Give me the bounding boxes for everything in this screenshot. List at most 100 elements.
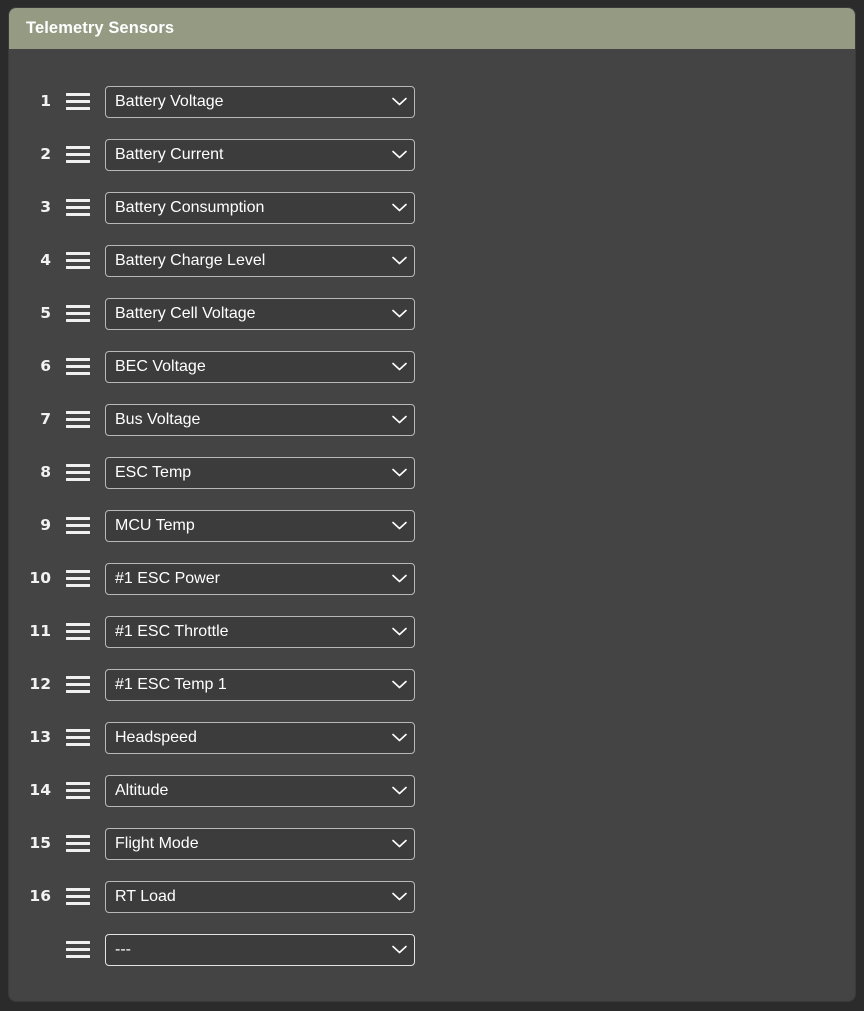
chevron-down-icon bbox=[384, 458, 414, 488]
sensor-row: 10 #1 ESC Power bbox=[9, 552, 855, 605]
sensor-row: 9 MCU Temp bbox=[9, 499, 855, 552]
sensor-select-label: ESC Temp bbox=[106, 465, 384, 481]
drag-handle-icon[interactable] bbox=[61, 670, 95, 700]
sensor-select-label: Battery Charge Level bbox=[106, 253, 384, 269]
sensor-row: 5 Battery Cell Voltage bbox=[9, 287, 855, 340]
sensor-select[interactable]: Battery Charge Level bbox=[105, 245, 415, 277]
sensor-list: 1 Battery Voltage 2 Battery Current 3 Battery… bbox=[9, 49, 855, 976]
drag-handle-icon[interactable] bbox=[61, 140, 95, 170]
sensor-row: 2 Battery Current bbox=[9, 128, 855, 181]
sensor-select-label: Bus Voltage bbox=[106, 412, 384, 428]
sensor-select-label: #1 ESC Temp 1 bbox=[106, 677, 384, 693]
sensor-select-label: Headspeed bbox=[106, 730, 384, 746]
sensor-select[interactable]: ESC Temp bbox=[105, 457, 415, 489]
sensor-row-index: 3 bbox=[9, 200, 61, 216]
sensor-row: 3 Battery Consumption bbox=[9, 181, 855, 234]
sensor-select-label: Flight Mode bbox=[106, 836, 384, 852]
chevron-down-icon bbox=[384, 935, 414, 965]
sensor-select[interactable]: #1 ESC Throttle bbox=[105, 616, 415, 648]
drag-handle-icon[interactable] bbox=[61, 511, 95, 541]
chevron-down-icon bbox=[384, 511, 414, 541]
sensor-row-index: 8 bbox=[9, 465, 61, 481]
sensor-row-index: 15 bbox=[9, 836, 61, 852]
sensor-select-label: Battery Voltage bbox=[106, 94, 384, 110]
sensor-select[interactable]: Headspeed bbox=[105, 722, 415, 754]
sensor-row: 6 BEC Voltage bbox=[9, 340, 855, 393]
chevron-down-icon bbox=[384, 193, 414, 223]
sensor-row-index: 13 bbox=[9, 730, 61, 746]
sensor-select[interactable]: Battery Current bbox=[105, 139, 415, 171]
drag-handle-icon[interactable] bbox=[61, 405, 95, 435]
sensor-select[interactable]: #1 ESC Power bbox=[105, 563, 415, 595]
drag-handle-icon[interactable] bbox=[61, 617, 95, 647]
drag-handle-icon[interactable] bbox=[61, 352, 95, 382]
sensor-row: 11 #1 ESC Throttle bbox=[9, 605, 855, 658]
chevron-down-icon bbox=[384, 405, 414, 435]
sensor-select-label: --- bbox=[106, 942, 384, 958]
sensor-row-index: 10 bbox=[9, 571, 61, 587]
sensor-select-label: #1 ESC Throttle bbox=[106, 624, 384, 640]
sensor-row-index: 7 bbox=[9, 412, 61, 428]
drag-handle-icon[interactable] bbox=[61, 776, 95, 806]
chevron-down-icon bbox=[384, 352, 414, 382]
drag-handle-icon[interactable] bbox=[61, 935, 95, 965]
sensor-row-index: 5 bbox=[9, 306, 61, 322]
sensor-row: 15 Flight Mode bbox=[9, 817, 855, 870]
chevron-down-icon bbox=[384, 140, 414, 170]
sensor-row-index: 12 bbox=[9, 677, 61, 693]
sensor-select[interactable]: Battery Voltage bbox=[105, 86, 415, 118]
sensor-row: 16 RT Load bbox=[9, 870, 855, 923]
sensor-select[interactable]: Flight Mode bbox=[105, 828, 415, 860]
chevron-down-icon bbox=[384, 87, 414, 117]
sensor-row-index: 4 bbox=[9, 253, 61, 269]
sensor-select[interactable]: RT Load bbox=[105, 881, 415, 913]
panel-header: Telemetry Sensors bbox=[9, 8, 855, 49]
sensor-row-index: 14 bbox=[9, 783, 61, 799]
sensor-row: 12 #1 ESC Temp 1 bbox=[9, 658, 855, 711]
chevron-down-icon bbox=[384, 617, 414, 647]
sensor-row-index: 16 bbox=[9, 889, 61, 905]
chevron-down-icon bbox=[384, 670, 414, 700]
sensor-row: 13 Headspeed bbox=[9, 711, 855, 764]
drag-handle-icon[interactable] bbox=[61, 829, 95, 859]
drag-handle-icon[interactable] bbox=[61, 193, 95, 223]
sensor-row: 4 Battery Charge Level bbox=[9, 234, 855, 287]
sensor-row-index: 9 bbox=[9, 518, 61, 534]
chevron-down-icon bbox=[384, 299, 414, 329]
chevron-down-icon bbox=[384, 246, 414, 276]
sensor-row-index: 11 bbox=[9, 624, 61, 640]
page-title: Telemetry Sensors bbox=[26, 20, 174, 37]
sensor-row-index: 6 bbox=[9, 359, 61, 375]
drag-handle-icon[interactable] bbox=[61, 299, 95, 329]
drag-handle-icon[interactable] bbox=[61, 723, 95, 753]
drag-handle-icon[interactable] bbox=[61, 882, 95, 912]
sensor-select-label: #1 ESC Power bbox=[106, 571, 384, 587]
sensor-select-label: Battery Current bbox=[106, 147, 384, 163]
sensor-select[interactable]: --- bbox=[105, 934, 415, 966]
drag-handle-icon[interactable] bbox=[61, 87, 95, 117]
sensor-select-label: Altitude bbox=[106, 783, 384, 799]
sensor-select[interactable]: Battery Cell Voltage bbox=[105, 298, 415, 330]
sensor-row: 14 Altitude bbox=[9, 764, 855, 817]
telemetry-sensors-panel: Telemetry Sensors 1 Battery Voltage 2 Batte… bbox=[9, 8, 855, 1001]
sensor-select-label: Battery Consumption bbox=[106, 200, 384, 216]
sensor-select[interactable]: Bus Voltage bbox=[105, 404, 415, 436]
sensor-select-label: RT Load bbox=[106, 889, 384, 905]
sensor-row: 1 Battery Voltage bbox=[9, 75, 855, 128]
chevron-down-icon bbox=[384, 723, 414, 753]
drag-handle-icon[interactable] bbox=[61, 246, 95, 276]
drag-handle-icon[interactable] bbox=[61, 564, 95, 594]
sensor-select[interactable]: BEC Voltage bbox=[105, 351, 415, 383]
sensor-select-label: Battery Cell Voltage bbox=[106, 306, 384, 322]
sensor-row-index: 1 bbox=[9, 94, 61, 110]
sensor-select[interactable]: #1 ESC Temp 1 bbox=[105, 669, 415, 701]
sensor-select[interactable]: Battery Consumption bbox=[105, 192, 415, 224]
sensor-select[interactable]: Altitude bbox=[105, 775, 415, 807]
sensor-row: 7 Bus Voltage bbox=[9, 393, 855, 446]
drag-handle-icon[interactable] bbox=[61, 458, 95, 488]
chevron-down-icon bbox=[384, 829, 414, 859]
sensor-select[interactable]: MCU Temp bbox=[105, 510, 415, 542]
sensor-select-label: BEC Voltage bbox=[106, 359, 384, 375]
chevron-down-icon bbox=[384, 564, 414, 594]
sensor-row-index: 2 bbox=[9, 147, 61, 163]
